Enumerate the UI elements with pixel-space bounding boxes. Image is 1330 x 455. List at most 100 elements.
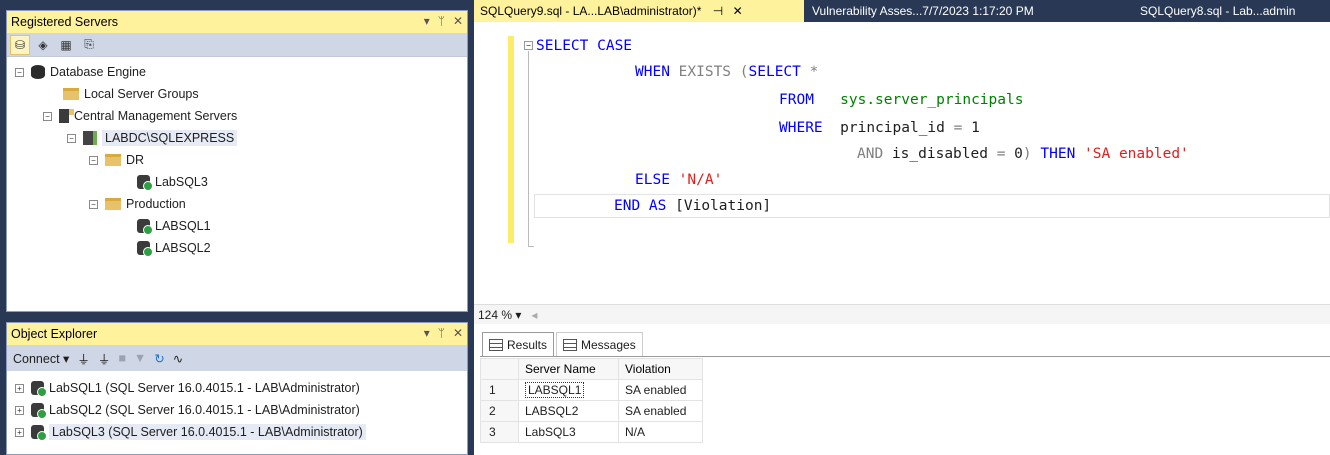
tree-node-database-engine[interactable]: − Database Engine	[15, 61, 146, 83]
table-cell[interactable]: LabSQL3	[518, 421, 619, 443]
results-tabs: Results Messages	[482, 332, 645, 356]
oe-server-node[interactable]: + LabSQL3 (SQL Server 16.0.4015.1 - LAB\…	[15, 421, 366, 443]
table-cell[interactable]: SA enabled	[618, 379, 703, 401]
document-tab-strip: SQLQuery9.sql - LA...LAB\administrator)*…	[474, 0, 1330, 22]
tab-results[interactable]: Results	[482, 332, 555, 356]
table-row[interactable]: 2 LABSQL2 SA enabled	[480, 400, 703, 422]
close-icon[interactable]: ✕	[733, 4, 743, 18]
row-number[interactable]: 3	[480, 421, 519, 443]
refresh-icon[interactable]: ↻	[154, 351, 164, 366]
close-icon[interactable]: ✕	[453, 14, 463, 28]
pin-icon[interactable]: ᛘ	[438, 14, 445, 28]
column-header[interactable]: Server Name	[518, 358, 619, 380]
database-engine-icon[interactable]: ⛁	[10, 34, 30, 55]
string-literal: 'SA enabled'	[1084, 146, 1189, 162]
panel-title: Object Explorer	[11, 327, 98, 341]
collapse-icon[interactable]: −	[89, 199, 98, 209]
table-cell[interactable]: LABSQL2	[518, 400, 619, 422]
folder-icon	[105, 154, 121, 166]
integration-services-icon[interactable]: ⎘	[79, 35, 99, 55]
table-cell[interactable]: N/A	[618, 421, 703, 443]
row-number[interactable]: 2	[480, 400, 519, 422]
number: 1	[971, 120, 980, 136]
object-explorer-title-bar[interactable]: Object Explorer ▾ ᛘ ✕	[7, 323, 467, 345]
database-icon	[31, 65, 45, 79]
change-tracking-bar	[508, 36, 514, 243]
collapse-icon[interactable]: −	[15, 67, 24, 77]
code-line-4: WHERE principal_id = 1	[779, 116, 980, 140]
table-row[interactable]: 1 LABSQL1 SA enabled	[480, 379, 703, 401]
tree-node-dr[interactable]: − DR	[89, 149, 144, 171]
tab-label: SQLQuery8.sql - Lab...admin	[1140, 4, 1296, 18]
panel-title: Registered Servers	[11, 15, 118, 29]
registered-servers-title-bar[interactable]: Registered Servers ▾ ᛘ ✕	[7, 11, 467, 33]
tree-node-labdc-sqlexpress[interactable]: − LABDC\SQLEXPRESS	[67, 127, 238, 149]
keyword: SELECT CASE	[536, 38, 633, 54]
tree-node-label: LABSQL1	[155, 219, 211, 233]
expand-icon[interactable]: +	[15, 383, 24, 393]
server-node-label: LabSQL1 (SQL Server 16.0.4015.1 - LAB\Ad…	[49, 381, 360, 395]
analysis-services-icon[interactable]: ◈	[33, 35, 53, 55]
zoom-select[interactable]: 124 % ▾	[478, 308, 521, 322]
chevron-down-icon[interactable]: ▾	[424, 326, 430, 340]
code-line-1: SELECT CASE	[536, 36, 632, 58]
operator: =	[953, 120, 963, 136]
connect-plug-icon[interactable]: ⏚	[77, 349, 90, 368]
tree-node-labsql3[interactable]: LabSQL3	[137, 171, 208, 193]
stop-icon[interactable]: ■	[118, 351, 126, 365]
row-number[interactable]: 1	[480, 379, 519, 401]
filter-icon[interactable]: ▼	[134, 351, 146, 365]
tab-label: SQLQuery9.sql - LA...LAB\administrator)*	[480, 4, 702, 18]
cell-value: LABSQL1	[525, 382, 585, 398]
collapse-icon[interactable]: −	[43, 111, 52, 121]
tab-sqlquery8[interactable]: SQLQuery8.sql - Lab...admin	[1134, 0, 1301, 22]
chevron-down-icon[interactable]: ▾	[424, 14, 430, 28]
object-explorer-panel: Object Explorer ▾ ᛘ ✕ Connect ▾ ⏚ ⏚ ■ ▼ …	[6, 322, 468, 455]
tree-node-local-server-groups[interactable]: Local Server Groups	[63, 83, 199, 105]
collapse-icon[interactable]: −	[89, 155, 98, 165]
grid-icon	[489, 339, 503, 351]
connect-button[interactable]: Connect ▾	[13, 351, 69, 366]
tree-node-labsql1[interactable]: LABSQL1	[137, 215, 211, 237]
tree-node-central-management-servers[interactable]: − Central Management Servers	[43, 105, 237, 127]
server-icon	[137, 219, 153, 235]
expand-icon[interactable]: +	[15, 427, 24, 437]
tree-node-labsql2[interactable]: LABSQL2	[137, 237, 211, 259]
pin-icon[interactable]: ⊣	[713, 4, 723, 18]
tab-label: Messages	[581, 338, 636, 352]
oe-server-node[interactable]: + LabSQL1 (SQL Server 16.0.4015.1 - LAB\…	[15, 377, 360, 399]
collapse-icon[interactable]: −	[67, 133, 76, 143]
column-header[interactable]: Violation	[618, 358, 703, 380]
disconnect-icon[interactable]: ⏚	[98, 349, 111, 368]
tree-node-production[interactable]: − Production	[89, 193, 186, 215]
tab-sqlquery9[interactable]: SQLQuery9.sql - LA...LAB\administrator)*…	[474, 0, 804, 22]
reporting-services-icon[interactable]: ▦	[56, 35, 76, 55]
close-icon[interactable]: ✕	[453, 326, 463, 340]
table-row[interactable]: 3 LabSQL3 N/A	[480, 421, 703, 443]
results-divider	[480, 356, 1330, 357]
cms-icon	[59, 109, 74, 123]
pin-icon[interactable]: ᛘ	[438, 326, 445, 340]
tree-node-label: Local Server Groups	[84, 87, 199, 101]
results-grid[interactable]: Server Name Violation 1 LABSQL1 SA enabl…	[480, 358, 703, 443]
table-cell[interactable]: LABSQL1	[518, 379, 619, 401]
operator: EXISTS	[678, 64, 732, 80]
scroll-left-icon[interactable]: ◂	[531, 308, 537, 322]
oe-server-node[interactable]: + LabSQL2 (SQL Server 16.0.4015.1 - LAB\…	[15, 399, 360, 421]
table-cell[interactable]: SA enabled	[618, 400, 703, 422]
tab-vulnerability-assessment[interactable]: Vulnerability Asses...7/7/2023 1:17:20 P…	[806, 0, 1040, 22]
registered-servers-panel: Registered Servers ▾ ᛘ ✕ ⛁ ◈ ▦ ⎘ − Datab…	[6, 10, 468, 312]
sql-editor[interactable]: − SELECT CASE WHEN EXISTS (SELECT * FROM…	[474, 36, 1330, 304]
number: 0	[1014, 146, 1023, 162]
server-icon	[137, 175, 153, 191]
operator: *	[809, 64, 819, 80]
tab-messages[interactable]: Messages	[556, 332, 643, 356]
code-line-7: END AS [Violation]	[614, 194, 771, 218]
row-header-corner[interactable]	[480, 358, 519, 380]
activity-monitor-icon[interactable]: ∿	[173, 351, 183, 366]
expand-icon[interactable]: +	[15, 405, 24, 415]
collapse-icon[interactable]: −	[524, 41, 533, 50]
operator: AND	[857, 146, 884, 162]
results-pane: Results Messages Server Name Violation 1…	[474, 324, 1330, 455]
server-icon	[31, 425, 47, 441]
